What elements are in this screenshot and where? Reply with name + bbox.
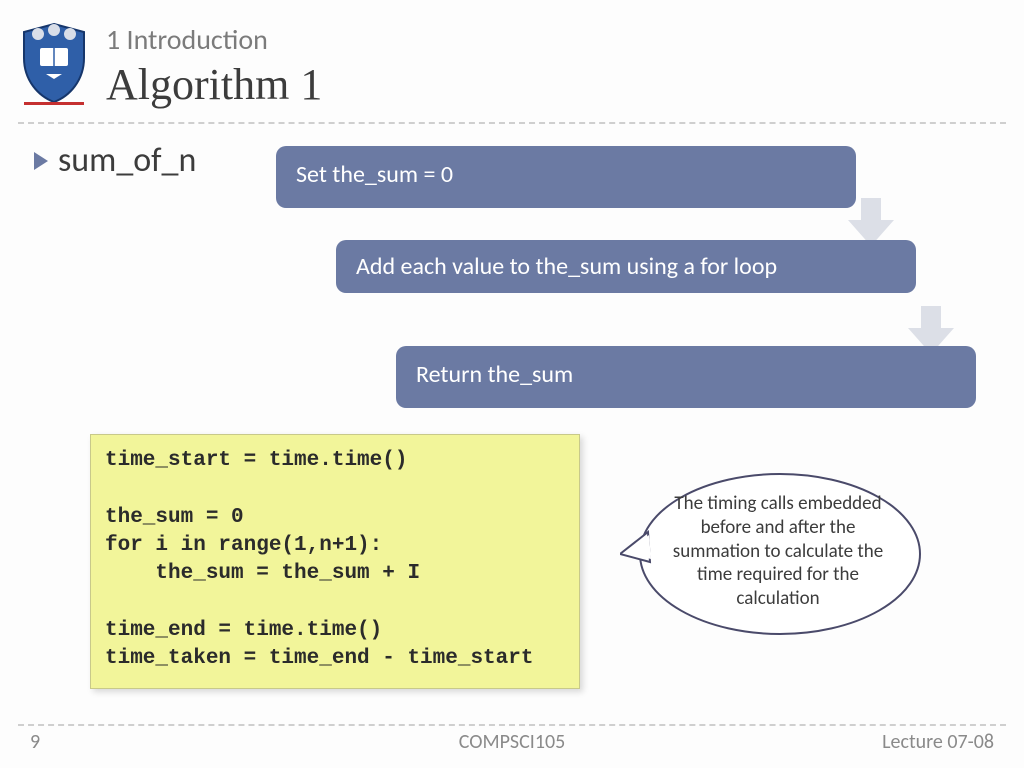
step-2: Add each value to the_sum using a for lo… xyxy=(336,240,916,293)
footer-center: COMPSCI105 xyxy=(0,730,1024,754)
bullet-text: sum_of_n xyxy=(58,140,196,181)
footer-right: Lecture 07-08 xyxy=(882,730,994,754)
step-3: Return the_sum xyxy=(396,346,976,408)
section-label: 1 Introduction xyxy=(106,22,322,57)
slide: 1 Introduction Algorithm 1 sum_of_n Set … xyxy=(0,0,1024,768)
header: 1 Introduction Algorithm 1 xyxy=(18,18,322,110)
divider-bottom xyxy=(18,724,1006,726)
page-title: Algorithm 1 xyxy=(106,59,322,110)
title-block: 1 Introduction Algorithm 1 xyxy=(106,22,322,110)
code-block: time_start = time.time() the_sum = 0 for… xyxy=(90,434,580,689)
university-logo xyxy=(18,18,90,106)
step-1: Set the_sum = 0 xyxy=(276,146,856,208)
callout-bubble: The timing calls embedded before and aft… xyxy=(620,462,920,642)
callout-text: The timing calls embedded before and aft… xyxy=(668,492,888,611)
footer: 9 COMPSCI105 Lecture 07-08 xyxy=(0,730,1024,758)
bullet-row: sum_of_n xyxy=(34,140,196,181)
divider-top xyxy=(18,122,1006,124)
bullet-icon xyxy=(34,152,48,170)
